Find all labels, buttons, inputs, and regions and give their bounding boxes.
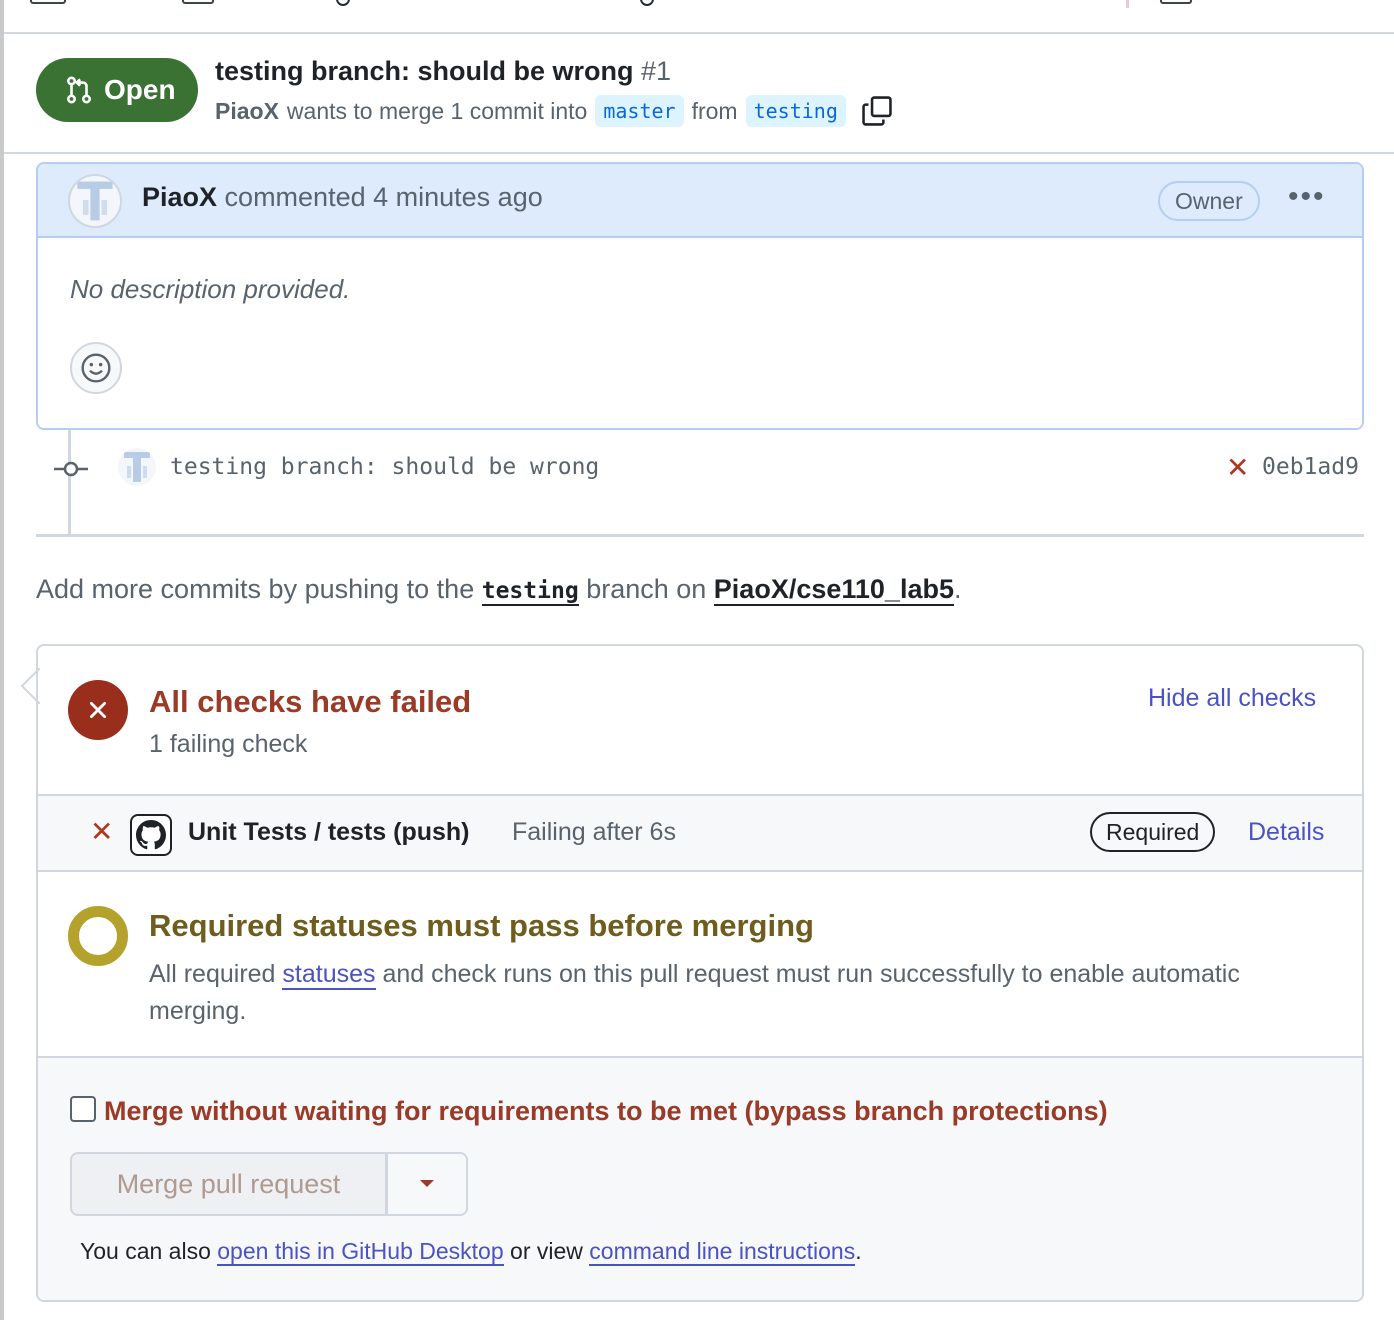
commit-sha-link[interactable]: 0eb1ad9 <box>1262 454 1359 480</box>
merge-method-dropdown[interactable] <box>386 1152 468 1216</box>
smiley-icon <box>81 353 111 383</box>
check-name: Unit Tests / tests (push) <box>188 818 470 846</box>
cli-instructions-link[interactable]: command line instructions <box>589 1238 856 1266</box>
nav-tab-icon[interactable] <box>336 0 350 6</box>
add-reaction-button[interactable] <box>70 342 122 394</box>
window-edge <box>0 0 4 1320</box>
checks-title: All checks have failed <box>149 684 472 719</box>
pending-ring-icon <box>68 906 128 966</box>
x-icon <box>89 701 107 719</box>
req-desc-before: All required <box>149 960 276 988</box>
required-badge: Required <box>1090 812 1216 852</box>
owner-badge: Owner <box>1158 181 1260 221</box>
nav-separator <box>1126 0 1129 8</box>
repo-nav-strip <box>4 0 1394 34</box>
also-prefix: You can also <box>80 1238 211 1264</box>
commit-author-avatar[interactable] <box>118 448 156 486</box>
merge-summary-text: wants to merge 1 commit into <box>286 97 588 124</box>
pr-title: testing branch: should be wrong #1 <box>215 56 671 87</box>
commit-message-link[interactable]: testing branch: should be wrong <box>170 454 599 480</box>
add-more-branch-link[interactable]: testing <box>481 578 579 606</box>
pr-state-badge: Open <box>36 58 198 122</box>
required-statuses-section: Required statuses must pass before mergi… <box>38 872 1362 1058</box>
timeline-divider <box>36 534 1364 537</box>
triangle-down-icon <box>420 1180 434 1187</box>
avatar[interactable] <box>68 174 122 228</box>
add-more-repo-link[interactable]: PiaoX/cse110_lab5 <box>713 574 954 606</box>
pr-author-link[interactable]: PiaoX <box>215 98 279 125</box>
commit-icon <box>54 461 88 477</box>
merge-box: All checks have failed 1 failing check H… <box>36 644 1364 1302</box>
pr-merge-summary: PiaoX wants to merge 1 commit into maste… <box>215 94 894 128</box>
checks-summary: All checks have failed 1 failing check H… <box>38 646 1362 796</box>
pr-state-label: Open <box>104 74 176 105</box>
comment-body: No description provided. <box>38 238 1362 428</box>
commit-status-fail-icon[interactable]: ✕ <box>1226 454 1249 482</box>
add-more-commits-text: Add more commits by pushing to the testi… <box>36 574 962 606</box>
nav-tab-icon[interactable] <box>1160 0 1192 4</box>
base-branch[interactable]: master <box>595 95 684 127</box>
bypass-checkbox[interactable] <box>70 1096 96 1122</box>
checks-subtitle: 1 failing check <box>149 730 308 758</box>
open-desktop-link[interactable]: open this in GitHub Desktop <box>217 1238 504 1266</box>
comment-menu-icon[interactable]: ••• <box>1288 182 1326 212</box>
add-more-suffix: . <box>953 574 962 604</box>
merge-section: Merge without waiting for requirements t… <box>38 1058 1362 1300</box>
comment-author[interactable]: PiaoX <box>142 182 217 212</box>
comment-header: PiaoX commented 4 minutes ago Owner ••• <box>38 164 1362 238</box>
copy-icon[interactable] <box>860 94 894 128</box>
pr-number: #1 <box>641 56 672 86</box>
identicon <box>124 452 150 482</box>
comment-text: No description provided. <box>70 274 351 304</box>
pr-description-comment: PiaoX commented 4 minutes ago Owner ••• … <box>36 162 1364 430</box>
required-statuses-title: Required statuses must pass before mergi… <box>149 908 814 943</box>
nav-tab-icon[interactable] <box>30 0 66 4</box>
from-text: from <box>691 97 738 124</box>
checks-failed-icon <box>68 680 128 740</box>
check-fail-icon: ✕ <box>90 816 114 847</box>
required-statuses-description: All required statuses and check runs on … <box>149 956 1269 1030</box>
identicon <box>77 181 113 221</box>
github-actions-icon <box>130 814 172 856</box>
merge-pull-request-button[interactable]: Merge pull request <box>70 1152 386 1216</box>
nav-tab-icon[interactable] <box>640 0 654 6</box>
pr-sticky-header: Open testing branch: should be wrong #1 … <box>4 34 1394 154</box>
check-row: ✕ Unit Tests / tests (push) Failing afte… <box>38 796 1362 872</box>
pull-request-icon <box>66 76 92 104</box>
head-branch[interactable]: testing <box>745 95 846 127</box>
check-status: Failing after 6s <box>512 818 676 846</box>
add-more-prefix: Add more commits by pushing to the <box>36 574 475 604</box>
alternative-merge-text: You can also open this in GitHub Desktop… <box>80 1238 862 1266</box>
comment-action[interactable]: commented 4 minutes ago <box>225 182 543 212</box>
statuses-link[interactable]: statuses <box>282 960 376 990</box>
pr-title-text: testing branch: should be wrong <box>215 56 634 86</box>
nav-tab-icon[interactable] <box>182 0 214 4</box>
comment-meta: PiaoX commented 4 minutes ago <box>142 182 543 213</box>
also-middle: or view <box>510 1238 583 1264</box>
hide-all-checks-link[interactable]: Hide all checks <box>1148 684 1316 713</box>
also-suffix: . <box>855 1238 862 1264</box>
check-details-link[interactable]: Details <box>1248 818 1324 847</box>
bypass-label[interactable]: Merge without waiting for requirements t… <box>104 1096 1108 1127</box>
timeline-line <box>68 430 71 536</box>
add-more-middle: branch on <box>586 574 707 604</box>
github-mark-icon <box>136 820 166 850</box>
